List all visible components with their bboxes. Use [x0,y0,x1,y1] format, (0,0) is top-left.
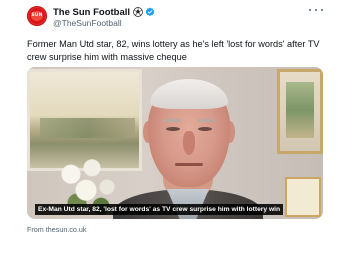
avatar[interactable] [27,6,47,26]
the-sun-logo-icon [29,8,45,24]
link-source[interactable]: From thesun.co.uk [27,225,87,234]
more-options-icon[interactable] [309,4,323,16]
tweet-text: Former Man Utd star, 82, wins lottery as… [27,39,320,62]
more-dot [309,9,311,11]
media-caption: Ex-Man Utd star, 82, 'lost for words' as… [35,204,284,215]
framed-certificate [285,177,321,217]
more-dot [321,9,323,11]
man-nose [183,131,195,155]
man-eye-left [166,127,180,131]
man-mouth [175,163,203,166]
more-dot [315,9,317,11]
tweet-media-image[interactable]: Ex-Man Utd star, 82, 'lost for words' as… [27,67,323,219]
account-name-row: The Sun Football [53,6,155,18]
man-brow-left [163,119,181,122]
display-name[interactable]: The Sun Football [53,7,130,18]
man-brow-right [197,119,215,122]
man-eye-right [198,127,212,131]
account-handle[interactable]: @TheSunFootball [53,18,122,28]
verified-badge-icon [145,7,155,17]
framed-picture [277,69,323,154]
football-icon [133,7,143,17]
